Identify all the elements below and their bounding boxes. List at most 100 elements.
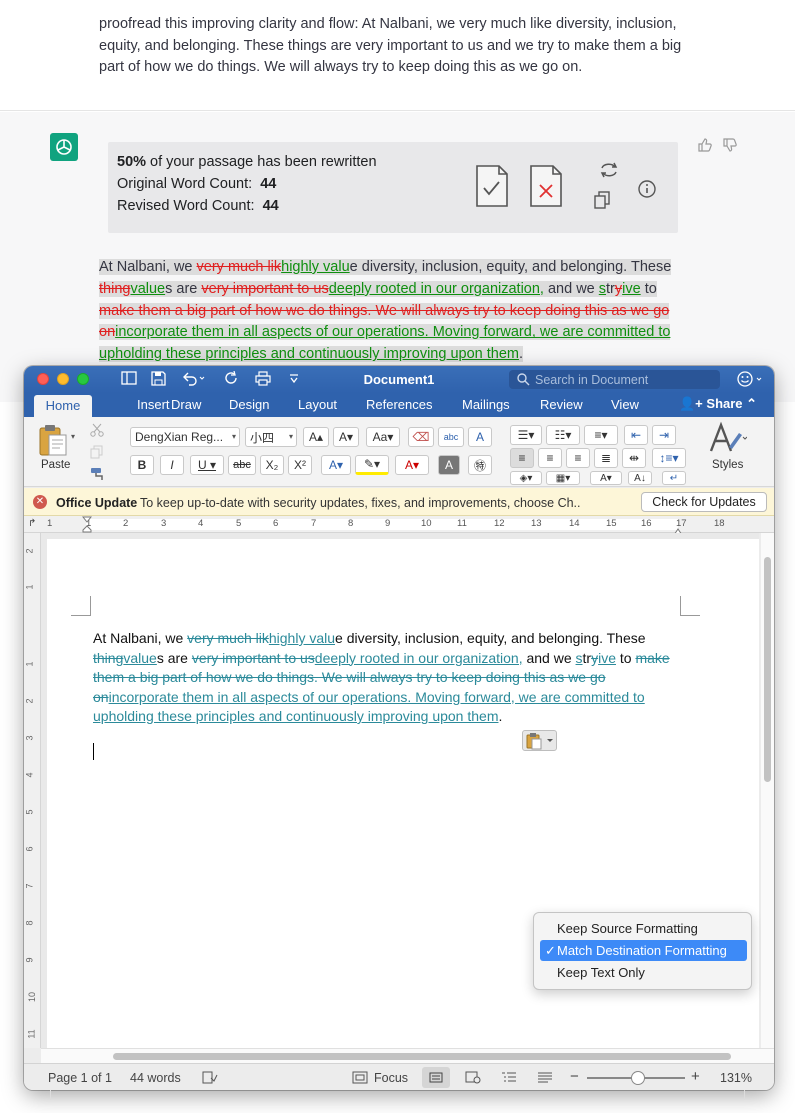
format-painter-icon[interactable] — [90, 467, 105, 486]
deleted-text: thing — [99, 280, 131, 297]
search-document-field[interactable]: Search in Document — [509, 370, 720, 389]
share-button[interactable]: 👤+ Share ⌃ — [679, 396, 757, 412]
bullets-button[interactable]: ☰▾ — [510, 425, 542, 445]
distributed-button[interactable]: ⇹ — [622, 448, 646, 468]
clear-formatting-button[interactable]: ⌫ — [408, 427, 434, 447]
superscript-button[interactable]: X² — [288, 455, 312, 475]
proofing-icon[interactable] — [202, 1071, 218, 1087]
web-layout-view-icon[interactable] — [465, 1071, 481, 1087]
tab-draw[interactable]: Draw — [171, 397, 201, 412]
document-body-text[interactable]: At Nalbani, we very much likhighly value… — [93, 629, 683, 727]
zoom-slider-knob[interactable] — [631, 1071, 645, 1085]
italic-button[interactable]: I — [160, 455, 184, 475]
tab-insert[interactable]: Insert — [137, 397, 170, 412]
character-border-button[interactable]: A — [468, 427, 492, 447]
draft-view-icon[interactable] — [537, 1071, 553, 1087]
line-spacing-button[interactable]: ↕≡▾ — [652, 448, 686, 468]
page-count[interactable]: Page 1 of 1 — [48, 1071, 112, 1085]
horizontal-scroll-thumb[interactable] — [113, 1053, 731, 1060]
zoom-in-button[interactable]: + — [691, 1068, 700, 1085]
font-color-button[interactable]: A▾ — [395, 455, 429, 475]
decrease-indent-button[interactable]: ⇤ — [624, 425, 648, 445]
styles-icon[interactable] — [707, 421, 748, 460]
tab-review[interactable]: Review — [540, 397, 583, 412]
align-left-button[interactable]: ≡ — [510, 448, 534, 468]
change-case-button[interactable]: Aa▾ — [366, 427, 400, 447]
phonetic-guide-button[interactable]: abc — [438, 427, 464, 447]
customize-toolbar-icon[interactable] — [288, 371, 300, 387]
close-window-button[interactable] — [37, 373, 49, 385]
strikethrough-button[interactable]: abc — [228, 455, 256, 475]
vertical-ruler-number: 5 — [24, 809, 35, 815]
zoom-out-button[interactable]: − — [570, 1068, 579, 1085]
align-center-button[interactable]: ≡ — [538, 448, 562, 468]
word-count[interactable]: 44 words — [130, 1071, 181, 1085]
horizontal-scrollbar[interactable] — [41, 1048, 774, 1063]
paste-clipboard-icon[interactable] — [38, 423, 68, 462]
keep-source-formatting-option[interactable]: Keep Source Formatting — [540, 918, 747, 939]
underline-button[interactable]: U ▾ — [190, 455, 224, 475]
tab-references[interactable]: References — [366, 397, 432, 412]
tab-stop-selector-icon[interactable]: ↱ — [28, 518, 36, 529]
print-icon[interactable] — [255, 371, 271, 389]
tab-layout[interactable]: Layout — [298, 397, 337, 412]
grow-font-button[interactable]: A▴ — [303, 427, 329, 447]
sidebar-toggle-icon[interactable] — [121, 371, 137, 388]
character-shading-button[interactable]: A — [438, 455, 460, 475]
bold-button[interactable]: B — [130, 455, 154, 475]
justify-button[interactable]: ≣ — [594, 448, 618, 468]
asian-layout-button[interactable]: A▾ — [590, 471, 622, 485]
doc-check-icon[interactable] — [475, 164, 509, 207]
collapse-ribbon-icon[interactable]: ⌃ — [746, 396, 757, 411]
tab-design[interactable]: Design — [229, 397, 269, 412]
copy-icon[interactable] — [593, 190, 611, 215]
user-message-row: proofread this improving clarity and flo… — [0, 0, 795, 111]
regenerate-icon[interactable] — [598, 161, 620, 184]
focus-icon[interactable] — [352, 1071, 368, 1087]
ruler-number: 18 — [714, 518, 725, 529]
match-destination-formatting-option[interactable]: ✓ Match Destination Formatting — [540, 940, 747, 961]
borders-button[interactable]: ▦▾ — [546, 471, 580, 485]
shading-button[interactable]: ◈▾ — [510, 471, 542, 485]
paste-options-button[interactable] — [522, 730, 557, 751]
align-right-button[interactable]: ≡ — [566, 448, 590, 468]
vertical-scrollbar[interactable] — [761, 533, 774, 1048]
font-name-select[interactable]: DengXian Reg... ▾ — [130, 427, 240, 447]
shrink-font-button[interactable]: A▾ — [333, 427, 359, 447]
paste-dropdown-icon[interactable]: ▾ — [71, 432, 75, 441]
redo-icon[interactable] — [224, 370, 239, 389]
outline-view-icon[interactable] — [501, 1071, 517, 1087]
horizontal-ruler[interactable]: ↱ 1 1 2 3 4 5 6 7 8 9 10 11 12 13 14 15 16 17 18 — [24, 516, 774, 536]
sort-button[interactable]: A↓ — [628, 471, 652, 485]
minimize-window-button[interactable] — [57, 373, 69, 385]
dismiss-update-icon[interactable]: ✕ — [33, 495, 47, 509]
feedback-smiley-icon[interactable] — [736, 370, 766, 393]
check-for-updates-button[interactable]: Check for Updates — [641, 492, 767, 512]
undo-icon[interactable] — [181, 371, 205, 389]
tab-view[interactable]: View — [611, 397, 639, 412]
numbering-button[interactable]: ☷▾ — [546, 425, 580, 445]
multilevel-list-button[interactable]: ≡▾ — [584, 425, 618, 445]
maximize-window-button[interactable] — [77, 373, 89, 385]
document-canvas[interactable]: At Nalbani, we very much likhighly value… — [41, 533, 759, 1048]
tab-home[interactable]: Home — [34, 395, 92, 417]
zoom-level[interactable]: 131% — [720, 1071, 752, 1085]
font-size-select[interactable]: 小四 ▾ — [245, 427, 297, 447]
increase-indent-button[interactable]: ⇥ — [652, 425, 676, 445]
highlight-color-button[interactable]: ✎▾ — [355, 455, 389, 475]
show-formatting-button[interactable]: ↵ — [662, 471, 686, 485]
subscript-button[interactable]: X₂ — [260, 455, 284, 475]
text-effects-button[interactable]: A▾ — [321, 455, 351, 475]
focus-button[interactable]: Focus — [374, 1071, 408, 1085]
doc-reject-icon[interactable] — [529, 164, 563, 207]
vertical-scroll-thumb[interactable] — [764, 557, 771, 782]
enclose-characters-button[interactable]: ㊕ — [468, 455, 492, 475]
keep-text-only-option[interactable]: Keep Text Only — [540, 962, 747, 983]
print-layout-view-button[interactable] — [422, 1067, 450, 1088]
info-icon[interactable] — [637, 179, 657, 204]
tab-mailings[interactable]: Mailings — [462, 397, 510, 412]
save-icon[interactable] — [151, 371, 166, 389]
vertical-ruler-number: 10 — [27, 991, 38, 1003]
thumbs-up-icon[interactable] — [697, 137, 713, 158]
thumbs-down-icon[interactable] — [722, 137, 738, 158]
